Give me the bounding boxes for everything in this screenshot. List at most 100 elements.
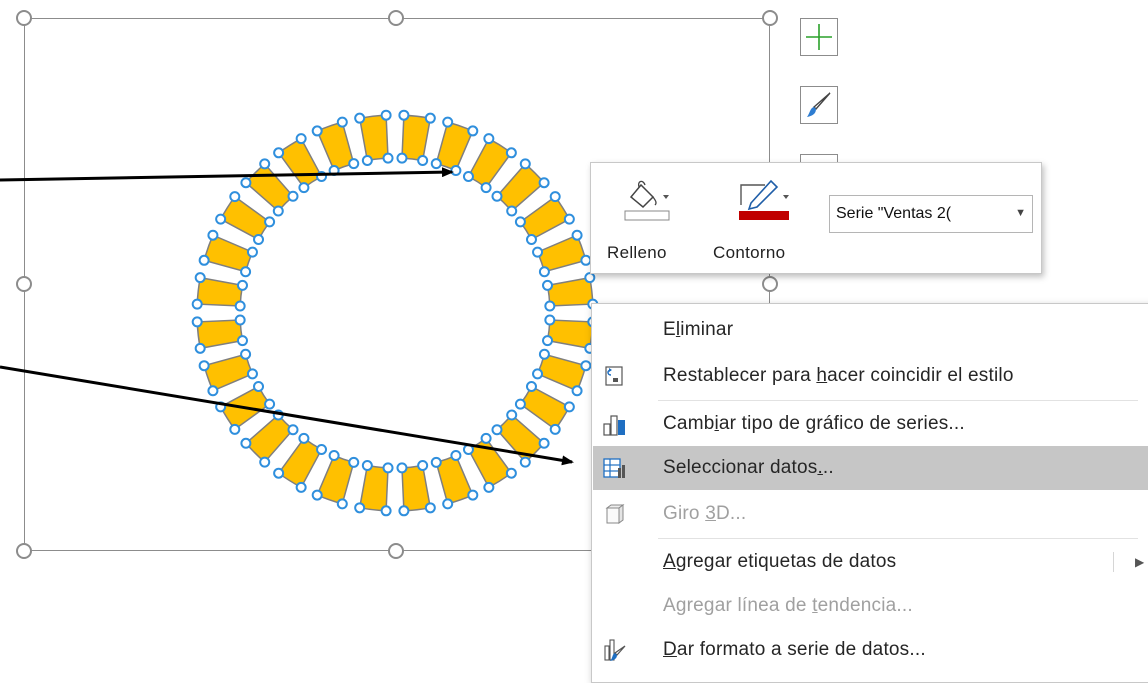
- selection-handle[interactable]: [316, 171, 328, 183]
- selection-handle[interactable]: [462, 443, 474, 455]
- doughnut-segment[interactable]: [519, 385, 571, 431]
- selection-handle[interactable]: [246, 246, 258, 258]
- selection-handle[interactable]: [311, 489, 323, 501]
- selection-handle[interactable]: [549, 191, 561, 203]
- selection-handle[interactable]: [430, 158, 442, 170]
- selection-handle[interactable]: [264, 216, 276, 228]
- selection-handle[interactable]: [462, 171, 474, 183]
- selection-handle[interactable]: [450, 450, 462, 462]
- selection-handle[interactable]: [538, 437, 550, 449]
- selection-handle[interactable]: [240, 266, 252, 278]
- selection-handle[interactable]: [207, 229, 219, 241]
- selection-handle[interactable]: [380, 505, 392, 517]
- selection-handle[interactable]: [563, 213, 575, 225]
- selection-handle[interactable]: [467, 125, 479, 137]
- selection-handle[interactable]: [563, 401, 575, 413]
- outline-button[interactable]: Contorno: [709, 169, 819, 265]
- selection-handle[interactable]: [580, 254, 592, 266]
- doughnut-segment[interactable]: [495, 162, 546, 213]
- selection-handle[interactable]: [234, 300, 246, 312]
- selection-handle[interactable]: [480, 432, 492, 444]
- selection-handle[interactable]: [538, 266, 550, 278]
- selection-handle[interactable]: [295, 481, 307, 493]
- selection-handle[interactable]: [424, 112, 436, 124]
- chart-styles-button[interactable]: [800, 86, 838, 124]
- selection-handle[interactable]: [191, 298, 203, 310]
- selection-handle[interactable]: [514, 216, 526, 228]
- menu-item-format-data-series[interactable]: Dar formato a serie de datos...: [593, 628, 1148, 672]
- selection-handle[interactable]: [295, 133, 307, 145]
- selection-handle[interactable]: [240, 437, 252, 449]
- selection-handle[interactable]: [382, 462, 394, 474]
- selection-handle[interactable]: [380, 109, 392, 121]
- menu-item-select-data[interactable]: Seleccionar datos...: [593, 446, 1148, 490]
- add-chart-element-button[interactable]: [800, 18, 838, 56]
- menu-item-reset-style[interactable]: Restablecer para hacer coincidir el esti…: [593, 354, 1148, 398]
- selection-handle[interactable]: [467, 489, 479, 501]
- selection-handle[interactable]: [298, 182, 310, 194]
- selection-handle[interactable]: [450, 164, 462, 176]
- selection-handle[interactable]: [229, 423, 241, 435]
- selection-handle[interactable]: [194, 272, 206, 284]
- selection-handle[interactable]: [483, 133, 495, 145]
- selection-handle[interactable]: [417, 154, 429, 166]
- doughnut-segment[interactable]: [546, 319, 594, 350]
- selection-handle[interactable]: [198, 254, 210, 266]
- selection-handle[interactable]: [298, 432, 310, 444]
- selection-handle[interactable]: [191, 316, 203, 328]
- selection-handle[interactable]: [240, 348, 252, 360]
- selection-handle[interactable]: [525, 234, 537, 246]
- selection-handle[interactable]: [215, 401, 227, 413]
- selection-handle[interactable]: [287, 424, 299, 436]
- selection-handle[interactable]: [532, 368, 544, 380]
- selection-handle[interactable]: [519, 456, 531, 468]
- selection-handle[interactable]: [234, 314, 246, 326]
- selection-handle[interactable]: [442, 116, 454, 128]
- selection-handle[interactable]: [544, 300, 556, 312]
- selection-handle[interactable]: [382, 152, 394, 164]
- selection-handle[interactable]: [207, 385, 219, 397]
- selection-handle[interactable]: [194, 342, 206, 354]
- selection-handle[interactable]: [361, 154, 373, 166]
- selection-handle[interactable]: [253, 234, 265, 246]
- selection-handle[interactable]: [506, 205, 518, 217]
- selection-handle[interactable]: [253, 380, 265, 392]
- menu-item-add-data-labels[interactable]: Agregar etiquetas de datos ▶: [593, 540, 1148, 584]
- selection-handle[interactable]: [272, 205, 284, 217]
- doughnut-segment[interactable]: [546, 276, 594, 307]
- selection-handle[interactable]: [328, 450, 340, 462]
- selection-handle[interactable]: [229, 191, 241, 203]
- selection-handle[interactable]: [542, 279, 554, 291]
- selection-handle[interactable]: [272, 409, 284, 421]
- selection-handle[interactable]: [542, 335, 554, 347]
- selection-handle[interactable]: [544, 314, 556, 326]
- selection-handle[interactable]: [287, 190, 299, 202]
- fill-button[interactable]: Relleno: [601, 169, 691, 265]
- selection-handle[interactable]: [336, 116, 348, 128]
- selection-handle[interactable]: [491, 190, 503, 202]
- doughnut-segment[interactable]: [401, 464, 432, 512]
- selection-handle[interactable]: [215, 213, 227, 225]
- doughnut-segment[interactable]: [244, 413, 295, 464]
- doughnut-segment[interactable]: [358, 464, 389, 512]
- selection-handle[interactable]: [398, 505, 410, 517]
- selection-handle[interactable]: [538, 348, 550, 360]
- selection-handle[interactable]: [348, 158, 360, 170]
- selection-handle[interactable]: [505, 147, 517, 159]
- selection-handle[interactable]: [246, 368, 258, 380]
- selection-handle[interactable]: [584, 272, 596, 284]
- selection-handle[interactable]: [505, 467, 517, 479]
- selection-handle[interactable]: [532, 246, 544, 258]
- selection-handle[interactable]: [442, 498, 454, 510]
- menu-item-delete[interactable]: Eliminar: [593, 308, 1148, 352]
- selection-handle[interactable]: [273, 467, 285, 479]
- selection-handle[interactable]: [506, 409, 518, 421]
- doughnut-segment[interactable]: [219, 385, 271, 431]
- selection-handle[interactable]: [259, 158, 271, 170]
- doughnut-segment[interactable]: [244, 162, 295, 213]
- selection-handle[interactable]: [549, 423, 561, 435]
- selection-handle[interactable]: [273, 147, 285, 159]
- selection-handle[interactable]: [571, 229, 583, 241]
- selection-handle[interactable]: [354, 502, 366, 514]
- doughnut-segment[interactable]: [196, 276, 244, 307]
